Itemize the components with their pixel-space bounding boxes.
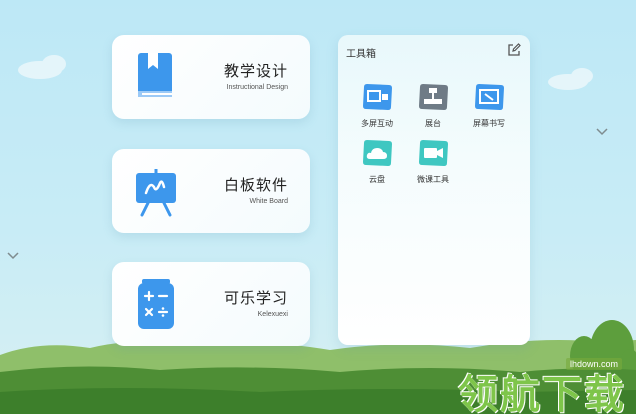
card-kelexuexi[interactable]: 可乐学习 Kelexuexi [112, 262, 310, 346]
card-subtitle: Kelexuexi [257, 311, 288, 318]
calculator-can-icon [138, 279, 174, 329]
background-scenery [0, 55, 636, 414]
card-title: 可乐学习 [223, 289, 288, 307]
tool-label: 微课工具 [417, 175, 449, 184]
tool-micro-lesson[interactable]: 微课工具 [408, 139, 458, 193]
document-camera-icon [419, 84, 448, 110]
tool-label: 展台 [425, 119, 441, 128]
card-subtitle: Instructional Design [226, 84, 288, 91]
card-title: 白板软件 [223, 176, 288, 194]
tool-label: 云盘 [369, 175, 385, 184]
tool-document-camera[interactable]: 展台 [408, 83, 458, 137]
card-title: 教学设计 [223, 62, 288, 80]
tool-multi-screen[interactable]: 多屏互动 [352, 83, 402, 137]
cloud-icon [363, 140, 392, 166]
edit-icon[interactable] [507, 43, 521, 57]
tool-cloud-disk[interactable]: 云盘 [352, 139, 402, 193]
toolbox-panel: 工具箱 多屏互动 展台 屏幕书写 云盘 微课工具 [338, 35, 530, 345]
multi-screen-icon [363, 84, 392, 110]
tool-label: 屏幕书写 [473, 119, 505, 128]
tool-label: 多屏互动 [361, 119, 393, 128]
card-instructional-design[interactable]: 教学设计 Instructional Design [112, 35, 310, 119]
book-icon [138, 53, 172, 97]
watermark-text: 领航下载 [458, 372, 626, 414]
whiteboard-easel-icon [136, 169, 176, 217]
video-camera-icon [419, 140, 448, 166]
card-subtitle: White Board [249, 198, 288, 205]
toolbox-title: 工具箱 [346, 49, 376, 60]
card-white-board[interactable]: 白板软件 White Board [112, 149, 310, 233]
screen-write-icon [475, 84, 504, 110]
tool-screen-write[interactable]: 屏幕书写 [464, 83, 514, 137]
